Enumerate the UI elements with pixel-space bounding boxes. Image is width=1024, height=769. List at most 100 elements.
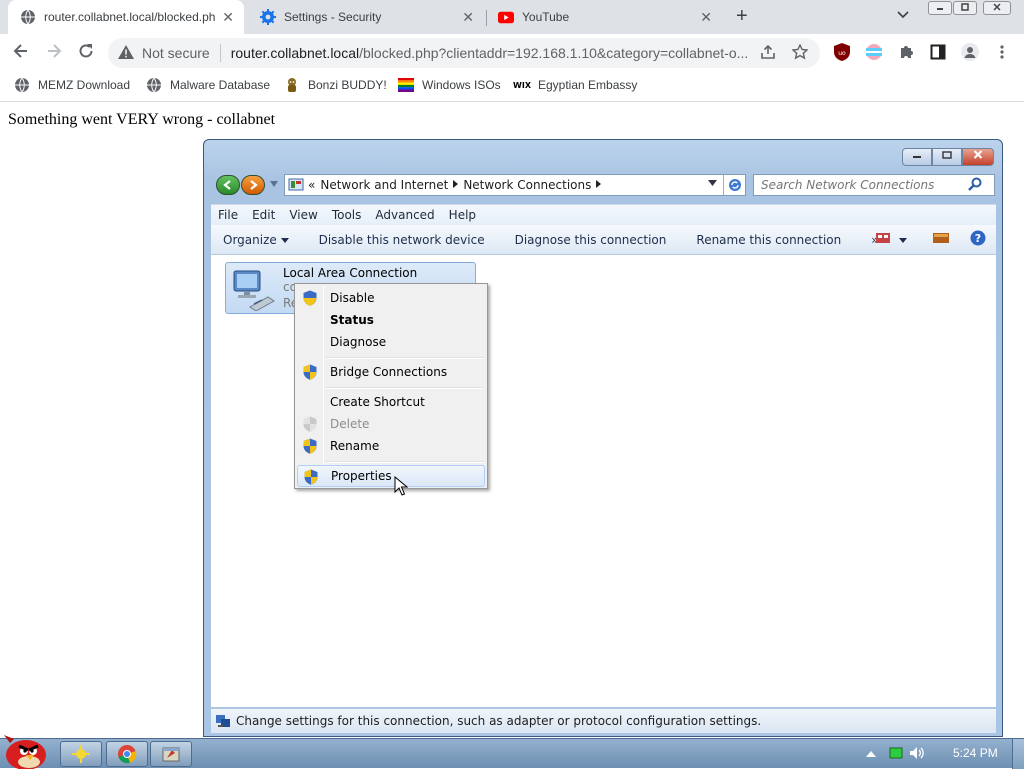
taskbar: 5:24 PM [0,735,1024,769]
bookmark-windows-isos[interactable]: Windows ISOs [398,77,501,93]
menu-item-delete: Delete [297,413,485,435]
taskbar-clock[interactable]: 5:24 PM [953,746,998,760]
bookmark-label: Windows ISOs [422,78,501,92]
tab-settings-security[interactable]: Settings - Security ✕ [248,0,484,34]
crumb-arrow-icon[interactable] [453,179,459,191]
taskbar-app-3[interactable] [150,741,192,767]
not-secure-label[interactable]: Not secure [142,45,210,61]
close-tab-icon[interactable]: ✕ [462,9,474,26]
bookmark-malware-database[interactable]: Malware Database [146,77,270,93]
taskbar-app-1[interactable] [60,741,102,767]
help-icon[interactable]: ? [970,230,986,249]
address-bar[interactable]: Not secure router.collabnet.local/blocke… [108,38,820,68]
minimize-window-button[interactable] [928,1,952,15]
warning-triangle-icon[interactable] [118,44,134,62]
close-window-button[interactable] [983,1,1011,15]
explorer-command-bar: Organize Disable this network device Dia… [211,225,996,255]
menu-item-diagnose[interactable]: Diagnose [297,331,485,353]
menu-tools[interactable]: Tools [325,208,369,222]
menu-item-label: Disable [330,291,375,305]
angry-bird-start-icon[interactable] [2,729,50,769]
bookmark-label: Egyptian Embassy [538,78,638,92]
close-tab-icon[interactable]: ✕ [700,9,712,26]
tab-search-chevron-icon[interactable] [897,8,909,22]
menu-advanced[interactable]: Advanced [368,208,441,222]
forward-arrow-icon[interactable] [241,175,265,195]
network-adapter-icon [233,270,275,311]
application-icon [162,747,180,762]
kebab-menu-icon[interactable] [993,43,1011,61]
tab-youtube[interactable]: YouTube ✕ [486,0,722,34]
show-hidden-icons[interactable] [866,747,876,761]
recent-pages-chevron-icon[interactable] [270,180,278,189]
menu-item-disable[interactable]: Disable [297,287,485,309]
preview-pane-icon[interactable] [933,232,949,247]
minimize-button[interactable] [902,148,932,166]
back-arrow-icon[interactable] [216,175,240,195]
bookmark-label: Bonzi BUDDY! [308,78,387,92]
search-input[interactable] [754,178,968,192]
forward-arrow-icon[interactable] [45,42,63,65]
disable-device-button[interactable]: Disable this network device [304,233,500,247]
breadcrumb-network-internet[interactable]: Network and Internet [320,178,448,192]
back-arrow-icon[interactable] [12,42,30,65]
url-text[interactable]: router.collabnet.local/blocked.php?clien… [231,45,751,61]
mouse-cursor-icon [394,476,408,496]
change-view-icon[interactable] [875,231,891,248]
tab-blocked-page[interactable]: router.collabnet.local/blocked.ph ✕ [8,0,244,34]
bookmark-bonzi-buddy[interactable]: Bonzi BUDDY! [284,77,387,93]
menu-separator [326,387,483,389]
search-icon[interactable] [968,177,982,194]
menu-view[interactable]: View [282,208,324,222]
pride-extension-icon[interactable] [865,43,883,61]
explorer-status-bar: Change settings for this connection, suc… [211,708,996,733]
side-panel-icon[interactable] [929,43,947,61]
bookmark-star-icon[interactable] [791,43,809,64]
globe-icon [14,77,30,93]
menu-item-create-shortcut[interactable]: Create Shortcut [297,391,485,413]
show-desktop-button[interactable] [1012,739,1024,769]
youtube-icon [498,9,514,25]
profile-avatar-icon[interactable] [961,43,979,61]
rename-connection-button[interactable]: Rename this connection [681,233,856,247]
share-icon[interactable] [760,44,776,64]
menu-item-bridge-connections[interactable]: Bridge Connections [297,361,485,383]
menu-item-properties[interactable]: Properties [297,465,485,487]
diagnose-connection-button[interactable]: Diagnose this connection [500,233,682,247]
reload-icon[interactable] [77,42,95,65]
bookmarks-bar: MEMZ Download Malware Database Bonzi BUD… [0,72,1024,102]
volume-icon[interactable] [909,746,925,763]
menu-item-rename[interactable]: Rename [297,435,485,457]
page-heading: Something went VERY wrong - collabnet [8,111,276,128]
view-dropdown-icon[interactable] [899,233,907,247]
menu-item-label: Status [330,313,374,327]
globe-icon [20,9,36,25]
network-tray-icon[interactable] [889,746,903,763]
breadcrumb-network-connections[interactable]: Network Connections [463,178,591,192]
extensions-puzzle-icon[interactable] [897,43,915,61]
menu-edit[interactable]: Edit [245,208,282,222]
new-tab-button[interactable]: + [736,5,748,28]
menu-item-label: Properties [331,469,392,483]
close-tab-icon[interactable]: ✕ [222,9,234,26]
taskbar-chrome[interactable] [106,741,148,767]
explorer-search-box[interactable] [753,174,995,196]
close-button[interactable] [962,148,994,166]
maximize-button[interactable] [932,148,962,166]
crumb-overflow[interactable]: « [308,178,315,192]
address-dropdown-icon[interactable] [708,179,717,189]
browser-toolbar: Not secure router.collabnet.local/blocke… [0,34,1024,72]
bookmark-memz[interactable]: MEMZ Download [14,77,130,93]
bookmark-label: MEMZ Download [38,78,131,92]
menu-item-label: Rename [330,439,380,453]
refresh-icon[interactable] [723,175,745,195]
menu-item-status[interactable]: Status [297,309,485,331]
menu-help[interactable]: Help [442,208,483,222]
ublock-icon[interactable]: uo [833,43,851,61]
crumb-arrow-icon[interactable] [596,179,602,191]
explorer-address-bar[interactable]: « Network and Internet Network Connectio… [284,174,746,196]
maximize-window-button[interactable] [953,1,977,15]
bookmark-egyptian-embassy[interactable]: WIX Egyptian Embassy [513,77,638,93]
menu-file[interactable]: File [211,208,245,222]
organize-button[interactable]: Organize [211,233,304,247]
